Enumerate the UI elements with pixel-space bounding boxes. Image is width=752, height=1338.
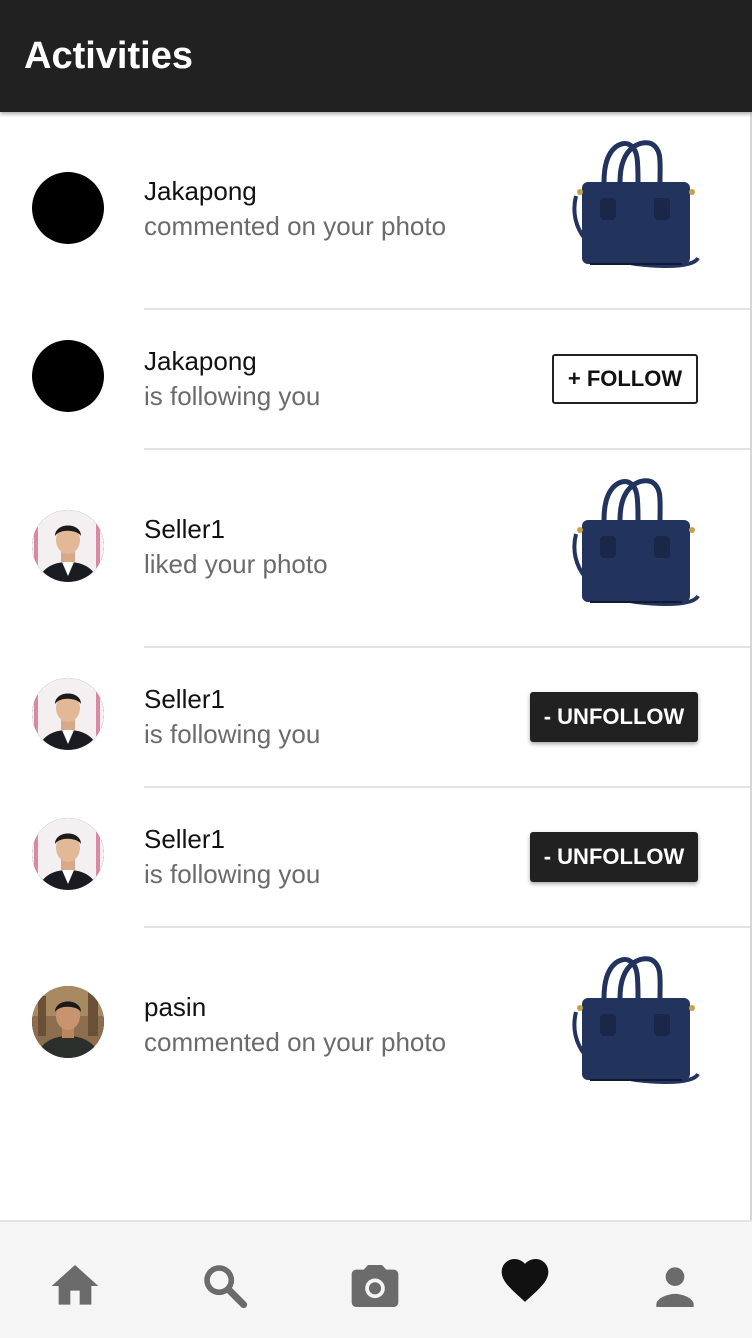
- home-icon: [51, 1265, 99, 1305]
- photo-thumbnail[interactable]: [560, 130, 706, 288]
- nav-camera[interactable]: [347, 1258, 403, 1314]
- avatar[interactable]: [32, 986, 104, 1058]
- activity-description: is following you: [144, 381, 321, 411]
- activity-row[interactable]: Jakapong is following you + FOLLOW: [0, 310, 750, 450]
- activity-description: commented on your photo: [144, 1027, 447, 1057]
- nav-search[interactable]: [197, 1258, 253, 1314]
- avatar[interactable]: [32, 818, 104, 890]
- seller-portrait-image: [32, 510, 104, 582]
- unfollow-button[interactable]: - UNFOLLOW: [530, 832, 698, 882]
- user-name[interactable]: pasin: [144, 990, 446, 1024]
- activity-description: is following you: [144, 719, 321, 749]
- activity-row[interactable]: Jakapong commented on your photo: [0, 112, 750, 310]
- page-title: Activities: [24, 35, 193, 77]
- activity-list: Jakapong commented on your photo Jakapon…: [0, 112, 750, 1118]
- user-name[interactable]: Seller1: [144, 822, 320, 856]
- activity-row[interactable]: Seller1 is following you - UNFOLLOW: [0, 788, 750, 928]
- follow-button[interactable]: + FOLLOW: [552, 354, 698, 404]
- user-name[interactable]: Jakapong: [144, 174, 446, 208]
- handbag-image: [560, 946, 706, 1104]
- nav-home[interactable]: [47, 1258, 103, 1314]
- pasin-portrait-image: [32, 986, 104, 1058]
- nav-profile[interactable]: [647, 1258, 703, 1314]
- activity-row[interactable]: pasin commented on your photo: [0, 928, 750, 1118]
- avatar[interactable]: [32, 510, 104, 582]
- handbag-image: [560, 468, 706, 626]
- activity-description: liked your photo: [144, 549, 328, 579]
- activity-description: is following you: [144, 859, 321, 889]
- camera-icon: [351, 1265, 399, 1307]
- bottom-navigation: [0, 1220, 752, 1338]
- avatar[interactable]: [32, 340, 104, 412]
- nav-activity[interactable]: [497, 1252, 553, 1308]
- handbag-image: [560, 130, 706, 288]
- avatar[interactable]: [32, 678, 104, 750]
- person-icon: [656, 1267, 694, 1307]
- user-name[interactable]: Seller1: [144, 512, 328, 546]
- heart-icon: [501, 1259, 549, 1302]
- app-bar: Activities: [0, 0, 752, 112]
- user-name[interactable]: Seller1: [144, 682, 320, 716]
- seller-portrait-image: [32, 818, 104, 890]
- activity-description: commented on your photo: [144, 211, 447, 241]
- activity-row[interactable]: Seller1 liked your photo: [0, 450, 750, 648]
- search-icon: [204, 1265, 248, 1309]
- photo-thumbnail[interactable]: [560, 946, 706, 1104]
- photo-thumbnail[interactable]: [560, 468, 706, 626]
- seller-portrait-image: [32, 678, 104, 750]
- activity-row[interactable]: Seller1 is following you - UNFOLLOW: [0, 648, 750, 788]
- unfollow-button[interactable]: - UNFOLLOW: [530, 692, 698, 742]
- user-name[interactable]: Jakapong: [144, 344, 320, 378]
- avatar[interactable]: [32, 172, 104, 244]
